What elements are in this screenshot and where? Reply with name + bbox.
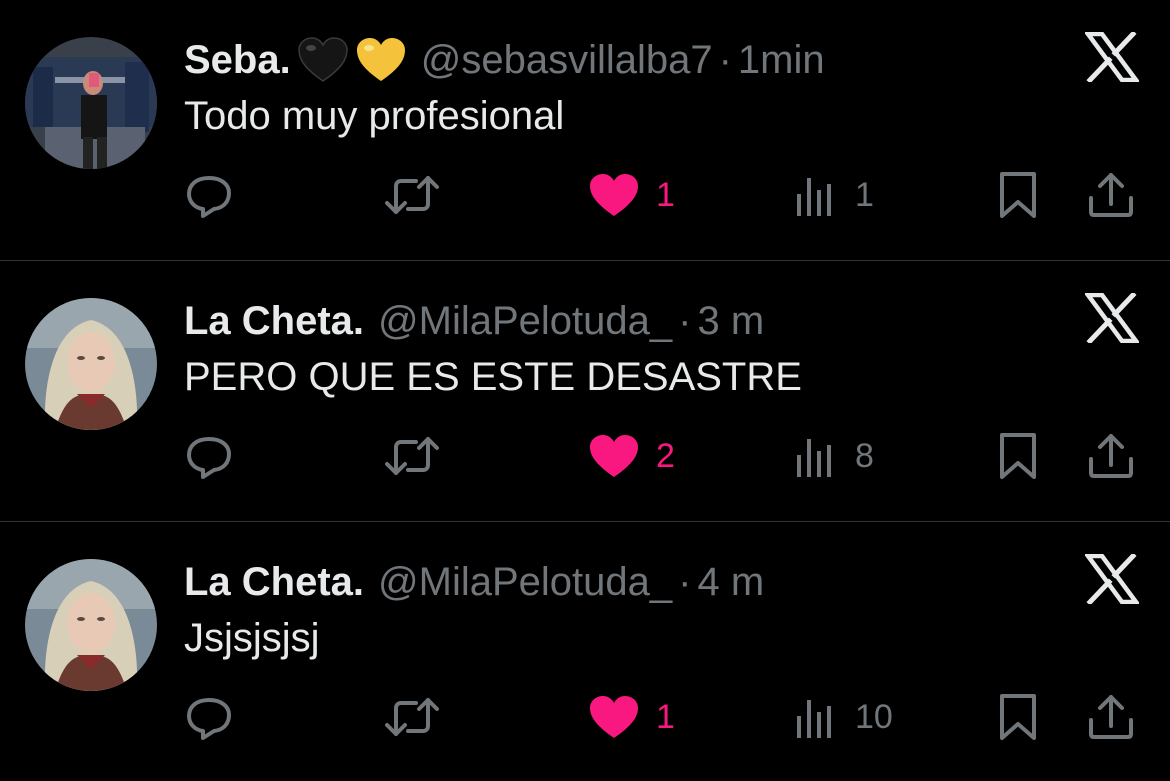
reply-button[interactable] (184, 692, 234, 742)
separator-dot: · (678, 559, 692, 604)
bookmark-icon (998, 692, 1038, 742)
tweet-actions: 1 1 (0, 170, 1170, 220)
x-logo-icon (1085, 32, 1139, 82)
like-count: 1 (656, 697, 675, 736)
yellow-heart-emoji (356, 38, 405, 81)
views-icon (795, 170, 839, 220)
share-button[interactable] (1086, 170, 1136, 220)
reply-button[interactable] (184, 431, 234, 481)
avatar[interactable] (25, 298, 157, 430)
views-icon (795, 431, 839, 481)
tweet-text: Todo muy profesional (184, 94, 565, 138)
like-button[interactable]: 1 (588, 170, 675, 220)
user-handle[interactable]: @sebasvillalba7 (421, 38, 713, 83)
tweet-text: Jsjsjsjsj (184, 616, 320, 660)
display-name[interactable]: La Cheta. (184, 560, 364, 605)
reply-icon (184, 431, 234, 481)
tweet-header: Seba. @sebasvillalba7 · 1min (184, 36, 825, 84)
heart-icon (588, 172, 640, 218)
retweet-icon (384, 431, 440, 481)
x-logo-icon (1085, 554, 1139, 604)
bookmark-button[interactable] (998, 170, 1038, 220)
tweet-actions: 2 8 (0, 431, 1170, 481)
bookmark-button[interactable] (998, 692, 1038, 742)
heart-icon (588, 433, 640, 479)
views-icon (795, 692, 839, 742)
views-button[interactable]: 8 (795, 431, 874, 481)
bookmark-icon (998, 431, 1038, 481)
views-count: 8 (855, 436, 874, 475)
share-icon (1086, 431, 1136, 481)
share-button[interactable] (1086, 431, 1136, 481)
share-icon (1086, 692, 1136, 742)
bookmark-icon (998, 170, 1038, 220)
display-name[interactable]: Seba. (184, 38, 291, 83)
share-icon (1086, 170, 1136, 220)
views-count: 1 (855, 175, 874, 214)
tweet[interactable]: Seba. @sebasvillalba7 · 1min Todo muy pr… (0, 0, 1170, 260)
tweet-header: La Cheta. @MilaPelotuda_ · 3 m (184, 297, 764, 345)
retweet-button[interactable] (384, 692, 440, 742)
separator-dot: · (718, 37, 732, 82)
timestamp[interactable]: 4 m (697, 560, 764, 605)
share-button[interactable] (1086, 692, 1136, 742)
like-count: 1 (656, 175, 675, 214)
tweet-actions: 1 10 (0, 692, 1170, 742)
views-button[interactable]: 1 (795, 170, 874, 220)
reply-button[interactable] (184, 170, 234, 220)
avatar[interactable] (25, 559, 157, 691)
tweet[interactable]: La Cheta. @MilaPelotuda_ · 4 m Jsjsjsjsj… (0, 522, 1170, 781)
tweet-header: La Cheta. @MilaPelotuda_ · 4 m (184, 558, 764, 606)
black-heart-emoji (297, 37, 348, 82)
like-button[interactable]: 2 (588, 431, 675, 481)
separator-dot: · (678, 298, 692, 343)
views-button[interactable]: 10 (795, 692, 893, 742)
like-button[interactable]: 1 (588, 692, 675, 742)
x-logo-icon (1085, 293, 1139, 343)
timestamp[interactable]: 1min (738, 38, 825, 83)
timestamp[interactable]: 3 m (697, 299, 764, 344)
tweet[interactable]: La Cheta. @MilaPelotuda_ · 3 m PERO QUE … (0, 261, 1170, 521)
views-count: 10 (855, 697, 893, 736)
bookmark-button[interactable] (998, 431, 1038, 481)
heart-icon (588, 694, 640, 740)
retweet-button[interactable] (384, 170, 440, 220)
avatar[interactable] (25, 37, 157, 169)
user-handle[interactable]: @MilaPelotuda_ (378, 560, 672, 605)
reply-icon (184, 170, 234, 220)
user-handle[interactable]: @MilaPelotuda_ (378, 299, 672, 344)
like-count: 2 (656, 436, 675, 475)
retweet-icon (384, 692, 440, 742)
retweet-icon (384, 170, 440, 220)
display-name[interactable]: La Cheta. (184, 299, 364, 344)
tweet-text: PERO QUE ES ESTE DESASTRE (184, 355, 802, 399)
reply-icon (184, 692, 234, 742)
retweet-button[interactable] (384, 431, 440, 481)
